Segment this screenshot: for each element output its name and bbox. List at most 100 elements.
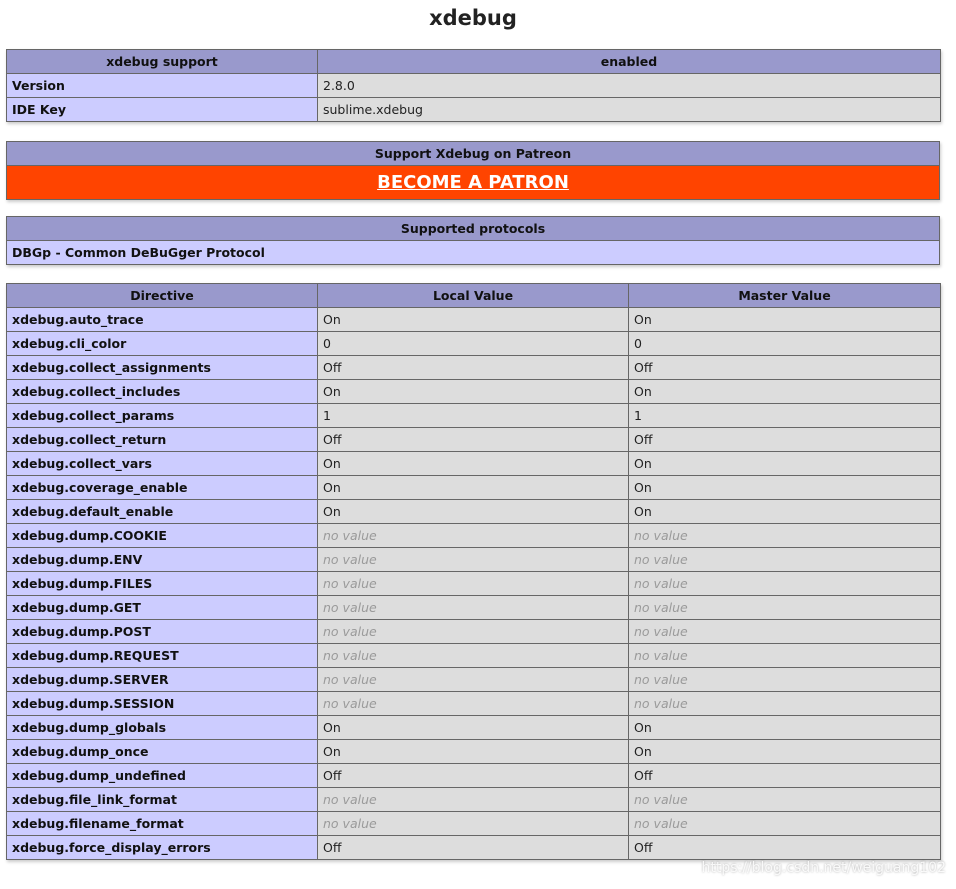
master-value: no value bbox=[628, 811, 941, 836]
table-row: xdebug.collect_return Off Off bbox=[6, 427, 941, 452]
local-value: On bbox=[317, 739, 629, 764]
table-row: IDE Key sublime.xdebug bbox=[6, 97, 941, 122]
table-row: xdebug.cli_color 0 0 bbox=[6, 331, 941, 356]
directive-name: xdebug.dump.POST bbox=[6, 619, 318, 644]
directive-name: xdebug.collect_params bbox=[6, 403, 318, 428]
directive-name: xdebug.dump.SESSION bbox=[6, 691, 318, 716]
column-header-master-value: Master Value bbox=[628, 283, 941, 308]
version-value: 2.8.0 bbox=[317, 73, 941, 98]
master-value: Off bbox=[628, 355, 941, 380]
directive-name: xdebug.default_enable bbox=[6, 499, 318, 524]
local-value: no value bbox=[317, 523, 629, 548]
table-row: xdebug.dump.COOKIE no value no value bbox=[6, 523, 941, 548]
support-header-label: xdebug support bbox=[6, 49, 318, 74]
watermark: https://blog.csdn.net/weiguang102 bbox=[701, 860, 946, 876]
table-row: xdebug.dump.SERVER no value no value bbox=[6, 667, 941, 692]
directive-name: xdebug.collect_includes bbox=[6, 379, 318, 404]
master-value: no value bbox=[628, 667, 941, 692]
master-value: On bbox=[628, 307, 941, 332]
table-header-row: xdebug support enabled bbox=[6, 49, 941, 74]
directive-name: xdebug.dump_once bbox=[6, 739, 318, 764]
support-status-value: enabled bbox=[317, 49, 941, 74]
directive-name: xdebug.file_link_format bbox=[6, 787, 318, 812]
protocol-item: DBGp - Common DeBuGger Protocol bbox=[6, 240, 940, 265]
local-value: no value bbox=[317, 619, 629, 644]
table-row: xdebug.auto_trace On On bbox=[6, 307, 941, 332]
directive-name: xdebug.dump.COOKIE bbox=[6, 523, 318, 548]
local-value: Off bbox=[317, 427, 629, 452]
local-value: On bbox=[317, 451, 629, 476]
table-header-row: Directive Local Value Master Value bbox=[6, 283, 941, 308]
directive-name: xdebug.auto_trace bbox=[6, 307, 318, 332]
directives-table: Directive Local Value Master Value xdebu… bbox=[6, 283, 941, 860]
local-value: 1 bbox=[317, 403, 629, 428]
table-row: xdebug.dump.SESSION no value no value bbox=[6, 691, 941, 716]
table-row: xdebug.collect_includes On On bbox=[6, 379, 941, 404]
patreon-header: Support Xdebug on Patreon bbox=[6, 141, 940, 166]
directive-name: xdebug.dump.FILES bbox=[6, 571, 318, 596]
local-value: On bbox=[317, 499, 629, 524]
local-value: Off bbox=[317, 835, 629, 860]
local-value: no value bbox=[317, 547, 629, 572]
local-value: no value bbox=[317, 787, 629, 812]
directive-name: xdebug.dump.SERVER bbox=[6, 667, 318, 692]
table-row: xdebug.default_enable On On bbox=[6, 499, 941, 524]
directive-name: xdebug.collect_assignments bbox=[6, 355, 318, 380]
master-value: On bbox=[628, 499, 941, 524]
master-value: 1 bbox=[628, 403, 941, 428]
local-value: On bbox=[317, 379, 629, 404]
directive-name: xdebug.dump.GET bbox=[6, 595, 318, 620]
table-row: xdebug.coverage_enable On On bbox=[6, 475, 941, 500]
directive-name: xdebug.dump_undefined bbox=[6, 763, 318, 788]
table-row: xdebug.dump_once On On bbox=[6, 739, 941, 764]
ide-key-label: IDE Key bbox=[6, 97, 318, 122]
table-row: xdebug.filename_format no value no value bbox=[6, 811, 941, 836]
table-header-row: Supported protocols bbox=[6, 216, 940, 241]
version-label: Version bbox=[6, 73, 318, 98]
table-row: xdebug.collect_assignments Off Off bbox=[6, 355, 941, 380]
directive-name: xdebug.force_display_errors bbox=[6, 835, 318, 860]
master-value: no value bbox=[628, 691, 941, 716]
master-value: Off bbox=[628, 835, 941, 860]
local-value: no value bbox=[317, 643, 629, 668]
become-a-patron-link[interactable]: BECOME A PATRON bbox=[377, 172, 569, 193]
master-value: Off bbox=[628, 763, 941, 788]
local-value: On bbox=[317, 475, 629, 500]
table-row: xdebug.dump_globals On On bbox=[6, 715, 941, 740]
master-value: On bbox=[628, 379, 941, 404]
master-value: no value bbox=[628, 547, 941, 572]
directive-name: xdebug.filename_format bbox=[6, 811, 318, 836]
table-row: BECOME A PATRON bbox=[6, 165, 940, 200]
patron-banner: BECOME A PATRON bbox=[6, 165, 940, 200]
local-value: Off bbox=[317, 355, 629, 380]
page-title: xdebug bbox=[429, 6, 517, 30]
directive-name: xdebug.dump.REQUEST bbox=[6, 643, 318, 668]
local-value: no value bbox=[317, 595, 629, 620]
table-row: xdebug.dump.GET no value no value bbox=[6, 595, 941, 620]
table-row: xdebug.dump.POST no value no value bbox=[6, 619, 941, 644]
local-value: no value bbox=[317, 691, 629, 716]
local-value: no value bbox=[317, 811, 629, 836]
column-header-directive: Directive bbox=[6, 283, 318, 308]
table-row: DBGp - Common DeBuGger Protocol bbox=[6, 240, 940, 265]
column-header-local-value: Local Value bbox=[317, 283, 629, 308]
master-value: no value bbox=[628, 595, 941, 620]
patreon-table: Support Xdebug on Patreon BECOME A PATRO… bbox=[6, 141, 940, 200]
directive-name: xdebug.coverage_enable bbox=[6, 475, 318, 500]
table-header-row: Support Xdebug on Patreon bbox=[6, 141, 940, 166]
table-row: xdebug.dump_undefined Off Off bbox=[6, 763, 941, 788]
directive-name: xdebug.dump_globals bbox=[6, 715, 318, 740]
directive-name: xdebug.dump.ENV bbox=[6, 547, 318, 572]
local-value: On bbox=[317, 715, 629, 740]
local-value: no value bbox=[317, 571, 629, 596]
table-row: xdebug.file_link_format no value no value bbox=[6, 787, 941, 812]
table-row: xdebug.collect_params 1 1 bbox=[6, 403, 941, 428]
protocols-header: Supported protocols bbox=[6, 216, 940, 241]
directive-name: xdebug.cli_color bbox=[6, 331, 318, 356]
master-value: no value bbox=[628, 643, 941, 668]
master-value: On bbox=[628, 739, 941, 764]
table-row: xdebug.dump.REQUEST no value no value bbox=[6, 643, 941, 668]
table-row: xdebug.force_display_errors Off Off bbox=[6, 835, 941, 860]
table-row: Version 2.8.0 bbox=[6, 73, 941, 98]
master-value: On bbox=[628, 475, 941, 500]
